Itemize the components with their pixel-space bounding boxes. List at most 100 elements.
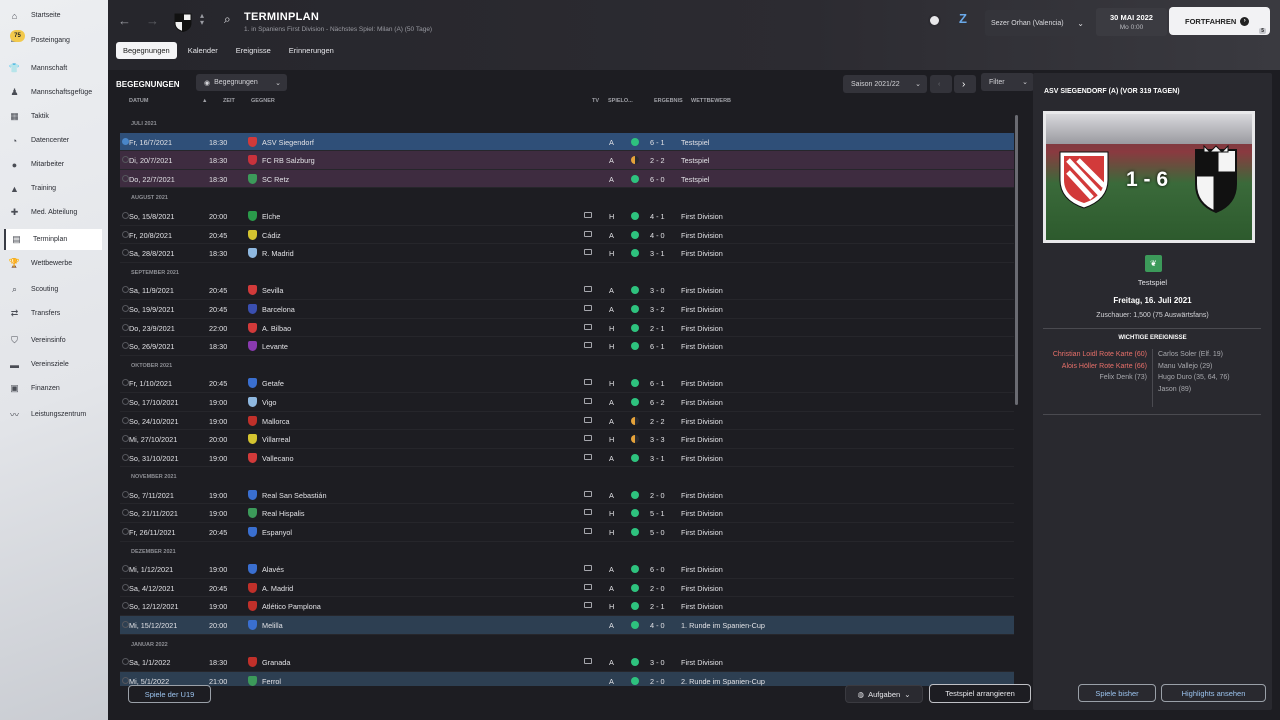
row-select-icon[interactable] bbox=[122, 435, 129, 443]
row-select-icon[interactable] bbox=[122, 602, 129, 610]
continue-button[interactable]: FORTFAHREN › 5 bbox=[1169, 7, 1270, 35]
opponent-name[interactable]: Elche bbox=[262, 212, 280, 221]
table-row[interactable]: So, 15/8/2021 20:00 Elche H 4 - 1 First Divis… bbox=[120, 207, 1014, 226]
sidebar-item-startseite[interactable]: ⌂ Startseite bbox=[4, 5, 102, 26]
filter-dropdown[interactable]: Filter ⌄ bbox=[981, 73, 1034, 91]
table-row[interactable]: Do, 22/7/2021 18:30 SC Retz A 6 - 0 Testspiel bbox=[120, 169, 1014, 189]
row-select-icon[interactable] bbox=[122, 249, 129, 257]
forward-arrow-icon[interactable]: → bbox=[146, 13, 159, 28]
opponent-name[interactable]: Sevilla bbox=[262, 286, 284, 295]
tasks-button[interactable]: ◍ Aufgaben ⌄ bbox=[845, 685, 923, 703]
table-row[interactable]: So, 19/9/2021 20:45 Barcelona A 3 - 2 First D… bbox=[120, 300, 1014, 319]
col-tv[interactable]: TV bbox=[592, 98, 599, 104]
opponent-name[interactable]: Vallecano bbox=[262, 454, 294, 463]
row-select-icon[interactable] bbox=[122, 490, 129, 498]
opponent-name[interactable]: Mallorca bbox=[262, 417, 290, 426]
table-row[interactable]: So, 31/10/2021 19:00 Vallecano A 3 - 1 First … bbox=[120, 449, 1014, 468]
row-select-icon[interactable] bbox=[122, 174, 129, 182]
row-select-icon[interactable] bbox=[122, 583, 129, 591]
opponent-name[interactable]: ASV Siegendorf bbox=[262, 138, 314, 147]
table-row[interactable]: Sa, 28/8/2021 18:30 R. Madrid H 3 - 1 First D… bbox=[120, 244, 1014, 263]
view-dropdown[interactable]: ◉ Begegnungen ⌄ bbox=[196, 74, 287, 91]
row-select-icon[interactable] bbox=[122, 416, 129, 424]
opponent-name[interactable]: Melilla bbox=[262, 621, 283, 630]
sidebar-item-training[interactable]: ▲ Training bbox=[4, 178, 102, 199]
table-row[interactable]: Di, 20/7/2021 18:30 FC RB Salzburg A 2 - 2 Te… bbox=[120, 151, 1014, 170]
sidebar-item-finanzen[interactable]: ▣ Finanzen bbox=[4, 378, 102, 399]
season-dropdown[interactable]: Saison 2021/22 ⌄ bbox=[843, 75, 927, 93]
sidebar-item-vereinsinfo[interactable]: ⛉ Vereinsinfo bbox=[4, 330, 102, 351]
table-row[interactable]: Mi, 27/10/2021 20:00 Villarreal H 3 - 3 First… bbox=[120, 430, 1014, 449]
search-icon[interactable]: ⌕ bbox=[224, 12, 231, 27]
table-row[interactable]: So, 17/10/2021 19:00 Vigo A 6 - 2 First Divis… bbox=[120, 393, 1014, 412]
table-row[interactable]: Sa, 4/12/2021 20:45 A. Madrid A 2 - 0 First D… bbox=[120, 579, 1014, 598]
row-select-icon[interactable] bbox=[122, 304, 129, 312]
next-season-button[interactable]: › bbox=[954, 75, 976, 93]
opponent-name[interactable]: Getafe bbox=[262, 379, 284, 388]
row-select-icon[interactable] bbox=[122, 323, 129, 331]
club-switch-icon[interactable]: ▴ ▾ bbox=[200, 12, 204, 27]
row-select-icon[interactable] bbox=[122, 156, 129, 164]
tab-erinnerungen[interactable]: Erinnerungen bbox=[282, 42, 341, 59]
opponent-name[interactable]: Villarreal bbox=[262, 435, 290, 444]
table-row[interactable]: Fr, 26/11/2021 20:45 Espanyol H 5 - 0 First D… bbox=[120, 523, 1014, 542]
opponent-name[interactable]: R. Madrid bbox=[262, 249, 294, 258]
opponent-name[interactable]: Espanyol bbox=[262, 528, 292, 537]
table-row[interactable]: So, 21/11/2021 19:00 Real Hispalis H 5 - 1 Fi… bbox=[120, 504, 1014, 524]
row-select-icon[interactable] bbox=[122, 137, 129, 145]
tab-ereignisse[interactable]: Ereignisse bbox=[229, 42, 278, 59]
table-row[interactable]: Fr, 16/7/2021 18:30 ASV Siegendorf A 6 - 1 Te… bbox=[120, 132, 1014, 152]
opponent-name[interactable]: A. Bilbao bbox=[262, 324, 291, 333]
tab-begegnungen[interactable]: Begegnungen bbox=[116, 42, 177, 59]
row-select-icon[interactable] bbox=[122, 453, 129, 461]
row-select-icon[interactable] bbox=[122, 211, 129, 219]
sidebar-item-scouting[interactable]: ⌕ Scouting bbox=[4, 279, 102, 300]
col-competition[interactable]: WETTBEWERB bbox=[691, 98, 731, 104]
row-select-icon[interactable] bbox=[122, 286, 129, 294]
opponent-name[interactable]: Barcelona bbox=[262, 305, 295, 314]
ball-icon[interactable] bbox=[928, 14, 941, 27]
opponent-name[interactable]: A. Madrid bbox=[262, 584, 293, 593]
row-select-icon[interactable] bbox=[122, 528, 129, 536]
table-row[interactable]: Sa, 1/1/2022 18:30 Granada A 3 - 0 First Divi… bbox=[120, 653, 1014, 672]
table-row[interactable]: So, 24/10/2021 19:00 Mallorca A 2 - 2 First D… bbox=[120, 412, 1014, 431]
table-row[interactable]: So, 12/12/2021 19:00 Atlético Pamplona H 2 -… bbox=[120, 597, 1014, 617]
table-row[interactable]: Fr, 20/8/2021 20:45 Cádiz A 4 - 0 First Divis… bbox=[120, 226, 1014, 245]
opponent-name[interactable]: SC Retz bbox=[262, 175, 289, 184]
opponent-name[interactable]: Real San Sebastián bbox=[262, 491, 327, 500]
table-row[interactable]: Sa, 11/9/2021 20:45 Sevilla A 3 - 0 First Div… bbox=[120, 281, 1014, 300]
table-row[interactable]: Do, 23/9/2021 22:00 A. Bilbao H 2 - 1 First D… bbox=[120, 319, 1014, 338]
game-date[interactable]: 30 MAI 2022 Mo 0:00 bbox=[1096, 8, 1167, 36]
row-select-icon[interactable] bbox=[122, 621, 129, 629]
watch-highlights-button[interactable]: Highlights ansehen bbox=[1161, 684, 1266, 702]
row-select-icon[interactable] bbox=[122, 509, 129, 517]
row-select-icon[interactable] bbox=[122, 379, 129, 387]
opponent-name[interactable]: FC RB Salzburg bbox=[262, 156, 315, 165]
sidebar-item-mannschaft[interactable]: 👕 Mannschaft bbox=[4, 58, 102, 79]
sidebar-item-datencenter[interactable]: ◔ Datencenter bbox=[4, 130, 102, 151]
row-select-icon[interactable] bbox=[122, 230, 129, 238]
prev-season-button[interactable]: ‹ bbox=[930, 75, 952, 93]
tab-kalender[interactable]: Kalender bbox=[181, 42, 225, 59]
opponent-name[interactable]: Real Hispalis bbox=[262, 509, 305, 518]
sidebar-item-leistungszentrum[interactable]: 〰 Leistungszentrum bbox=[4, 404, 102, 425]
opponent-name[interactable]: Alavés bbox=[262, 565, 284, 574]
opponent-name[interactable]: Levante bbox=[262, 342, 288, 351]
sidebar-item-vereinsziele[interactable]: ▬ Vereinsziele bbox=[4, 354, 102, 375]
col-opponent[interactable]: GEGNER bbox=[251, 98, 275, 104]
table-row[interactable]: Fr, 1/10/2021 20:45 Getafe H 6 - 1 First Divi… bbox=[120, 374, 1014, 393]
club-crest-icon[interactable] bbox=[174, 12, 192, 33]
row-select-icon[interactable] bbox=[122, 397, 129, 405]
col-result[interactable]: ERGEBNIS bbox=[654, 98, 683, 104]
arrange-friendly-button[interactable]: Testspiel arrangieren bbox=[929, 684, 1031, 703]
opponent-name[interactable]: Ferrol bbox=[262, 677, 281, 686]
table-row[interactable]: So, 26/9/2021 18:30 Levante H 6 - 1 First Div… bbox=[120, 337, 1014, 356]
sidebar-item-med-abteilung[interactable]: ✚ Med. Abteilung bbox=[4, 202, 102, 223]
sidebar-item-transfers[interactable]: ⇄ Transfers bbox=[4, 303, 102, 324]
opponent-name[interactable]: Cádiz bbox=[262, 231, 281, 240]
u19-matches-button[interactable]: Spiele der U19 bbox=[128, 685, 211, 703]
opponent-name[interactable]: Granada bbox=[262, 658, 290, 667]
table-row[interactable]: Mi, 1/12/2021 19:00 Alavés A 6 - 0 First Divi… bbox=[120, 560, 1014, 579]
col-venue[interactable]: SPIELO... bbox=[608, 98, 633, 104]
row-select-icon[interactable] bbox=[122, 342, 129, 350]
